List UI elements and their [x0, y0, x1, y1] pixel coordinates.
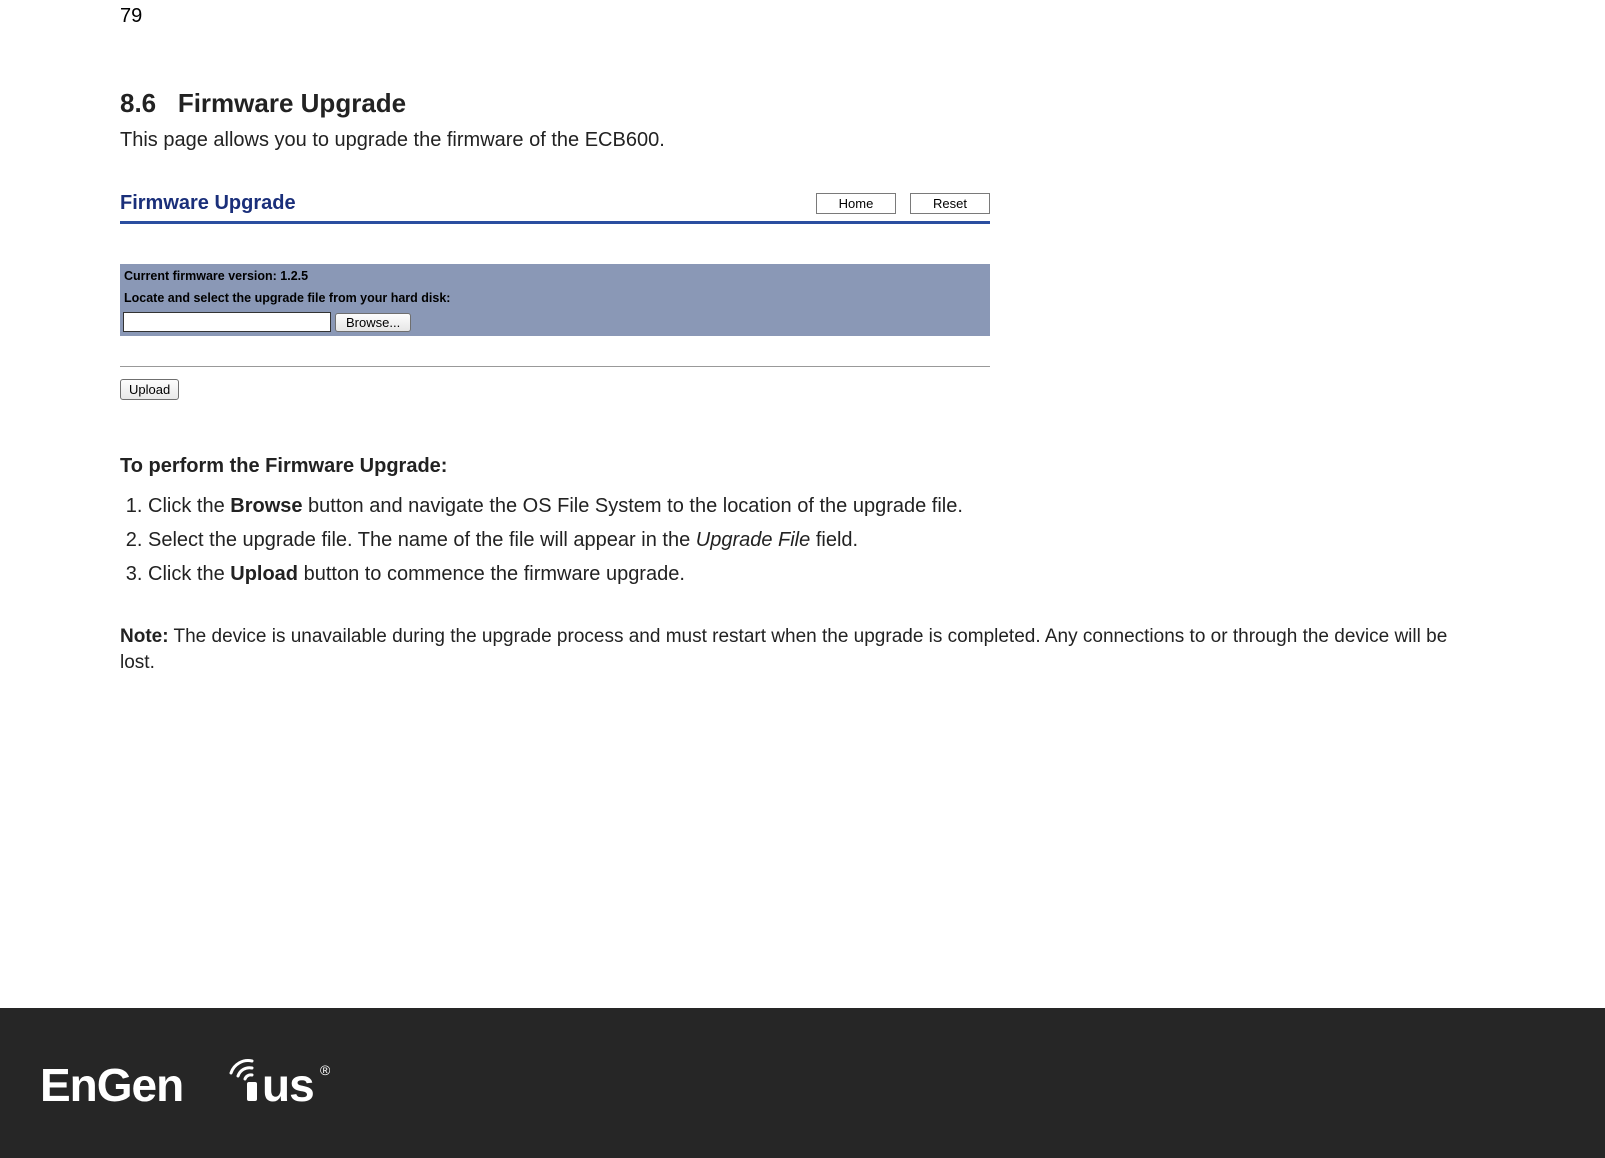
step-3-part-c: button to commence the firmware upgrade.: [298, 563, 685, 585]
note-label: Note:: [120, 626, 169, 647]
upload-button[interactable]: Upload: [120, 379, 179, 400]
section-title: Firmware Upgrade: [178, 88, 406, 118]
section-heading: 8.6 Firmware Upgrade: [120, 88, 1485, 119]
page-footer: EnGen us ®: [0, 1008, 1605, 1158]
note-text: Note: The device is unavailable during t…: [120, 624, 1485, 675]
step-2: Select the upgrade file. The name of the…: [148, 526, 1485, 554]
step-1-bold: Browse: [230, 495, 302, 517]
step-3: Click the Upload button to commence the …: [148, 560, 1485, 588]
engenius-logo: EnGen us ®: [40, 1053, 330, 1113]
step-2-part-c: field.: [810, 529, 858, 551]
note-body: The device is unavailable during the upg…: [120, 626, 1447, 673]
browse-button[interactable]: Browse...: [335, 313, 411, 332]
panel-title: Firmware Upgrade: [120, 192, 296, 215]
home-button[interactable]: Home: [816, 193, 896, 214]
panel-header-buttons: Home Reset: [816, 193, 990, 214]
section-number: 8.6: [120, 88, 156, 118]
panel-header: Firmware Upgrade Home Reset: [120, 192, 990, 224]
upgrade-file-input[interactable]: [123, 312, 331, 332]
instructions-heading: To perform the Firmware Upgrade:: [120, 455, 1485, 478]
current-version-row: Current firmware version: 1.2.5: [120, 264, 990, 287]
reset-button[interactable]: Reset: [910, 193, 990, 214]
step-3-part-a: Click the: [148, 563, 230, 585]
instruction-list: Click the Browse button and navigate the…: [120, 492, 1485, 588]
step-1: Click the Browse button and navigate the…: [148, 492, 1485, 520]
step-1-part-c: button and navigate the OS File System t…: [303, 495, 963, 517]
divider: [120, 366, 990, 367]
svg-text:®: ®: [320, 1062, 330, 1078]
svg-text:us: us: [262, 1059, 314, 1111]
step-1-part-a: Click the: [148, 495, 230, 517]
step-2-italic: Upgrade File: [696, 529, 811, 551]
locate-instruction-row: Locate and select the upgrade file from …: [120, 287, 990, 309]
file-input-row: Browse...: [120, 309, 990, 336]
page-number: 79: [120, 5, 1485, 28]
intro-text: This page allows you to upgrade the firm…: [120, 129, 1485, 152]
firmware-panel: Firmware Upgrade Home Reset Current firm…: [120, 192, 990, 400]
step-3-bold: Upload: [230, 563, 298, 585]
step-2-part-a: Select the upgrade file. The name of the…: [148, 529, 696, 551]
svg-text:EnGen: EnGen: [40, 1059, 183, 1111]
